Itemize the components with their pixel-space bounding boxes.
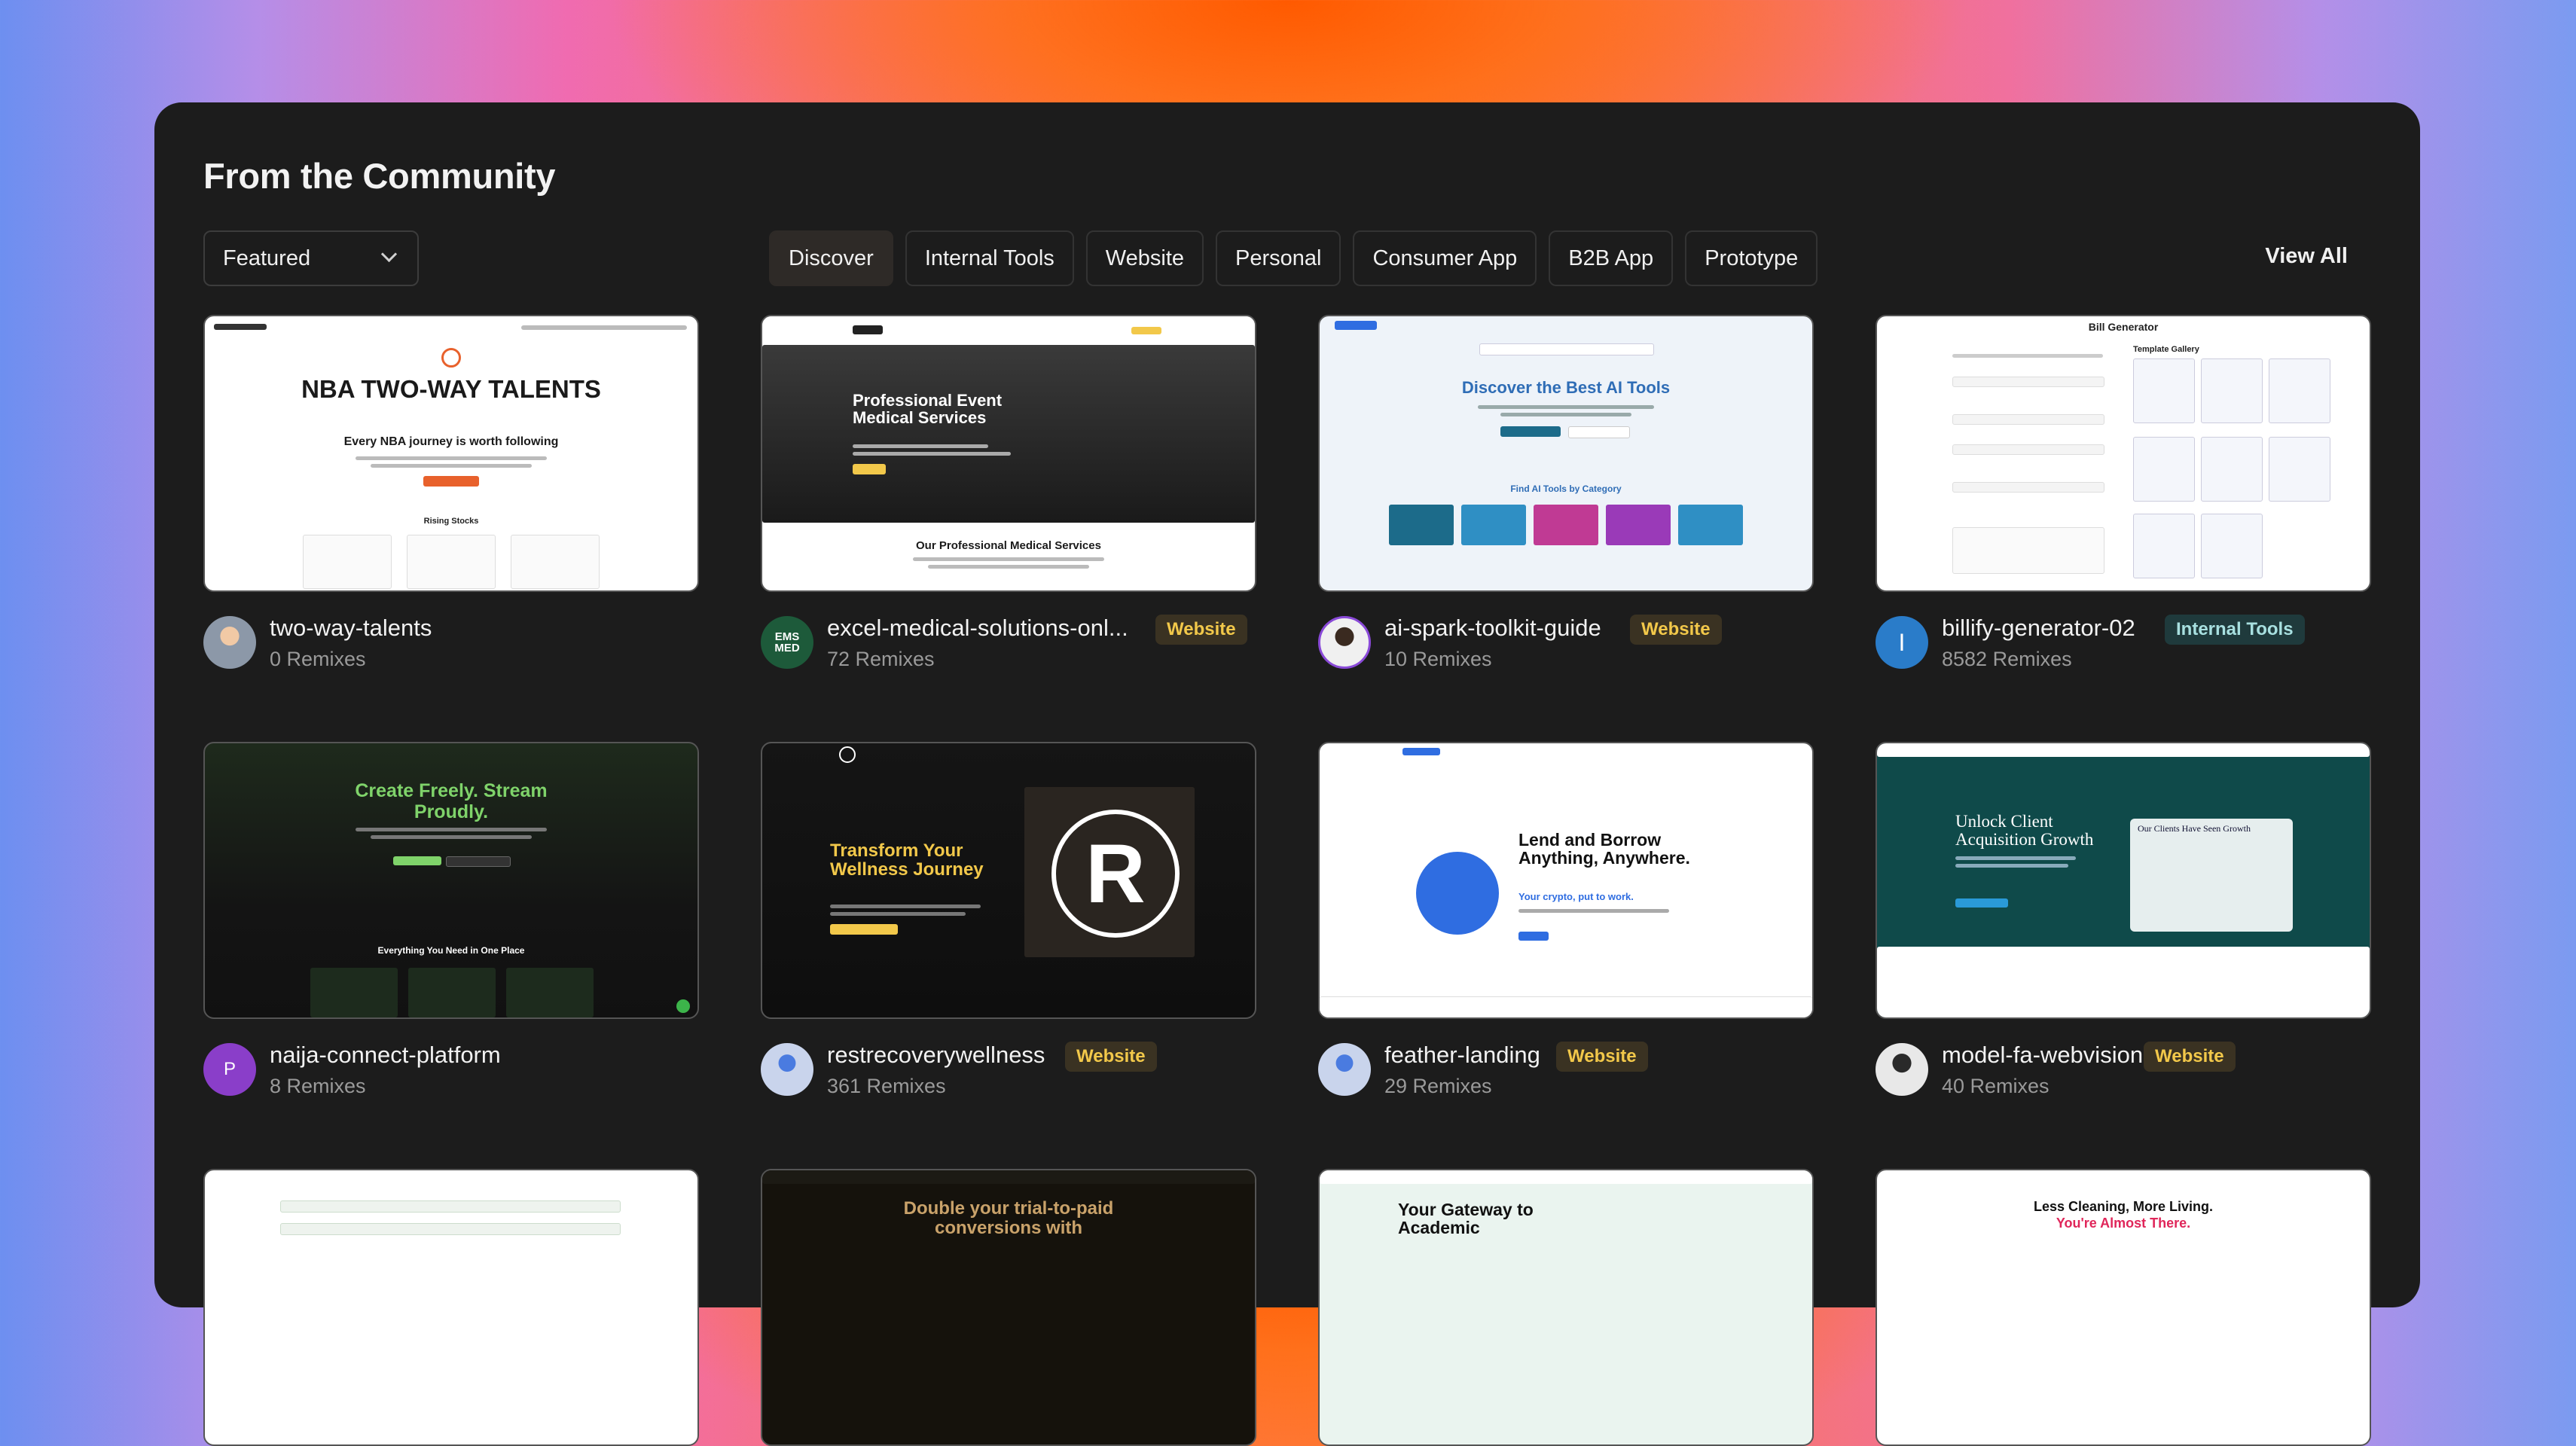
remix-count: 10 Remixes xyxy=(1384,648,1492,670)
project-thumbnail[interactable]: Less Cleaning, More Living. You're Almos… xyxy=(1876,1169,2371,1446)
remix-count: 40 Remixes xyxy=(1942,1075,2050,1097)
project-thumbnail[interactable]: Bill Generator Template Gallery xyxy=(1876,315,2371,592)
category-badge: Website xyxy=(2144,1042,2236,1072)
project-thumbnail[interactable]: Double your trial-to-paid conversions wi… xyxy=(761,1169,1256,1446)
section-title: From the Community xyxy=(203,156,556,196)
thumb-section: Everything You Need in One Place xyxy=(377,945,525,956)
thumb-section: Our Clients Have Seen Growth xyxy=(2138,823,2251,834)
tab-personal[interactable]: Personal xyxy=(1216,230,1341,286)
avatar: I xyxy=(1876,616,1928,669)
tab-website[interactable]: Website xyxy=(1085,230,1204,286)
thumb-heading: Less Cleaning, More Living. xyxy=(2033,1199,2214,1214)
project-name: restrecoverywellness xyxy=(827,1042,1045,1068)
r-emblem-icon: R xyxy=(1051,810,1180,938)
project-thumbnail[interactable]: Create Freely. Stream Proudly. Everythin… xyxy=(203,742,699,1019)
tab-consumer-app[interactable]: Consumer App xyxy=(1353,230,1537,286)
feather-logo-icon xyxy=(1416,852,1499,935)
category-badge: Website xyxy=(1155,615,1247,645)
category-badge: Website xyxy=(1630,615,1722,645)
avatar xyxy=(1318,616,1371,669)
avatar xyxy=(203,616,256,669)
sort-dropdown-value: Featured xyxy=(223,246,311,270)
category-badge: Website xyxy=(1556,1042,1648,1072)
project-thumbnail[interactable]: Unlock Client Acquisition Growth Our Cli… xyxy=(1876,742,2371,1019)
project-thumbnail[interactable]: NBA TWO-WAY TALENTS Every NBA journey is… xyxy=(203,315,699,592)
tab-b2b-app[interactable]: B2B App xyxy=(1549,230,1674,286)
thumb-heading: Professional Event Medical Services xyxy=(853,391,1003,428)
project-name: model-fa-webvision xyxy=(1942,1042,2144,1068)
view-all-link[interactable]: View All xyxy=(2265,244,2348,269)
basketball-logo-icon xyxy=(441,348,461,368)
thumb-heading: Bill Generator xyxy=(2088,321,2159,333)
thumb-heading: Transform Your Wellness Journey xyxy=(830,840,984,880)
project-name: two-way-talents xyxy=(270,615,432,641)
project-thumbnail[interactable]: Transform Your Wellness Journey R xyxy=(761,742,1256,1019)
category-badge: Website xyxy=(1065,1042,1157,1072)
thumb-heading: Lend and Borrow Anything, Anywhere. xyxy=(1518,830,1690,868)
project-thumbnail[interactable]: Professional Event Medical Services Our … xyxy=(761,315,1256,592)
sort-dropdown[interactable]: Featured xyxy=(203,230,419,286)
avatar xyxy=(761,1043,813,1096)
project-name: ai-spark-toolkit-guide xyxy=(1384,615,1601,641)
thumb-section: Template Gallery xyxy=(2133,345,2199,354)
chevron-down-icon xyxy=(380,246,398,263)
thumb-heading: Your Gateway to Academic xyxy=(1398,1200,1534,1238)
remix-count: 8 Remixes xyxy=(270,1075,366,1097)
thumb-subheading: Every NBA journey is worth following xyxy=(343,435,559,448)
community-panel: From the Community Featured Discover Int… xyxy=(154,102,2420,1446)
thumb-section: Find AI Tools by Category xyxy=(1510,484,1622,494)
project-name: feather-landing xyxy=(1384,1042,1540,1068)
remix-count: 0 Remixes xyxy=(270,648,366,670)
avatar: EMS MED xyxy=(761,616,813,669)
thumb-heading: NBA TWO-WAY TALENTS xyxy=(301,375,601,403)
remix-count: 8582 Remixes xyxy=(1942,648,2072,670)
thumb-section: Our Professional Medical Services xyxy=(916,539,1101,552)
tab-internal-tools[interactable]: Internal Tools xyxy=(905,230,1074,286)
tab-prototype[interactable]: Prototype xyxy=(1685,230,1818,286)
chat-icon xyxy=(676,999,690,1013)
remix-count: 361 Remixes xyxy=(827,1075,946,1097)
category-tabs: Discover Internal Tools Website Personal… xyxy=(769,230,1818,286)
tab-discover[interactable]: Discover xyxy=(769,230,893,286)
thumb-subheading: Your crypto, put to work. xyxy=(1518,891,1634,902)
project-name: billify-generator-02 xyxy=(1942,615,2135,641)
avatar: P xyxy=(203,1043,256,1096)
thumb-heading: Double your trial-to-paid conversions wi… xyxy=(903,1198,1114,1239)
project-thumbnail[interactable]: Lend and Borrow Anything, Anywhere. Your… xyxy=(1318,742,1814,1019)
project-thumbnail[interactable] xyxy=(203,1169,699,1446)
avatar xyxy=(1876,1043,1928,1096)
thumb-section: Rising Stocks xyxy=(423,517,479,526)
r-logo-icon xyxy=(839,746,856,763)
project-name: naija-connect-platform xyxy=(270,1042,501,1068)
remix-count: 72 Remixes xyxy=(827,648,935,670)
category-badge: Internal Tools xyxy=(2165,615,2305,645)
project-name: excel-medical-solutions-onl... xyxy=(827,615,1128,641)
thumb-heading: Discover the Best AI Tools xyxy=(1461,378,1671,397)
thumb-subheading: You're Almost There. xyxy=(2056,1216,2191,1231)
avatar xyxy=(1318,1043,1371,1096)
project-thumbnail[interactable]: Your Gateway to Academic xyxy=(1318,1169,1814,1446)
project-thumbnail[interactable]: Discover the Best AI Tools Find AI Tools… xyxy=(1318,315,1814,592)
thumb-heading: Create Freely. Stream Proudly. xyxy=(355,780,548,822)
thumb-heading: Unlock Client Acquisition Growth xyxy=(1955,812,2094,850)
remix-count: 29 Remixes xyxy=(1384,1075,1492,1097)
